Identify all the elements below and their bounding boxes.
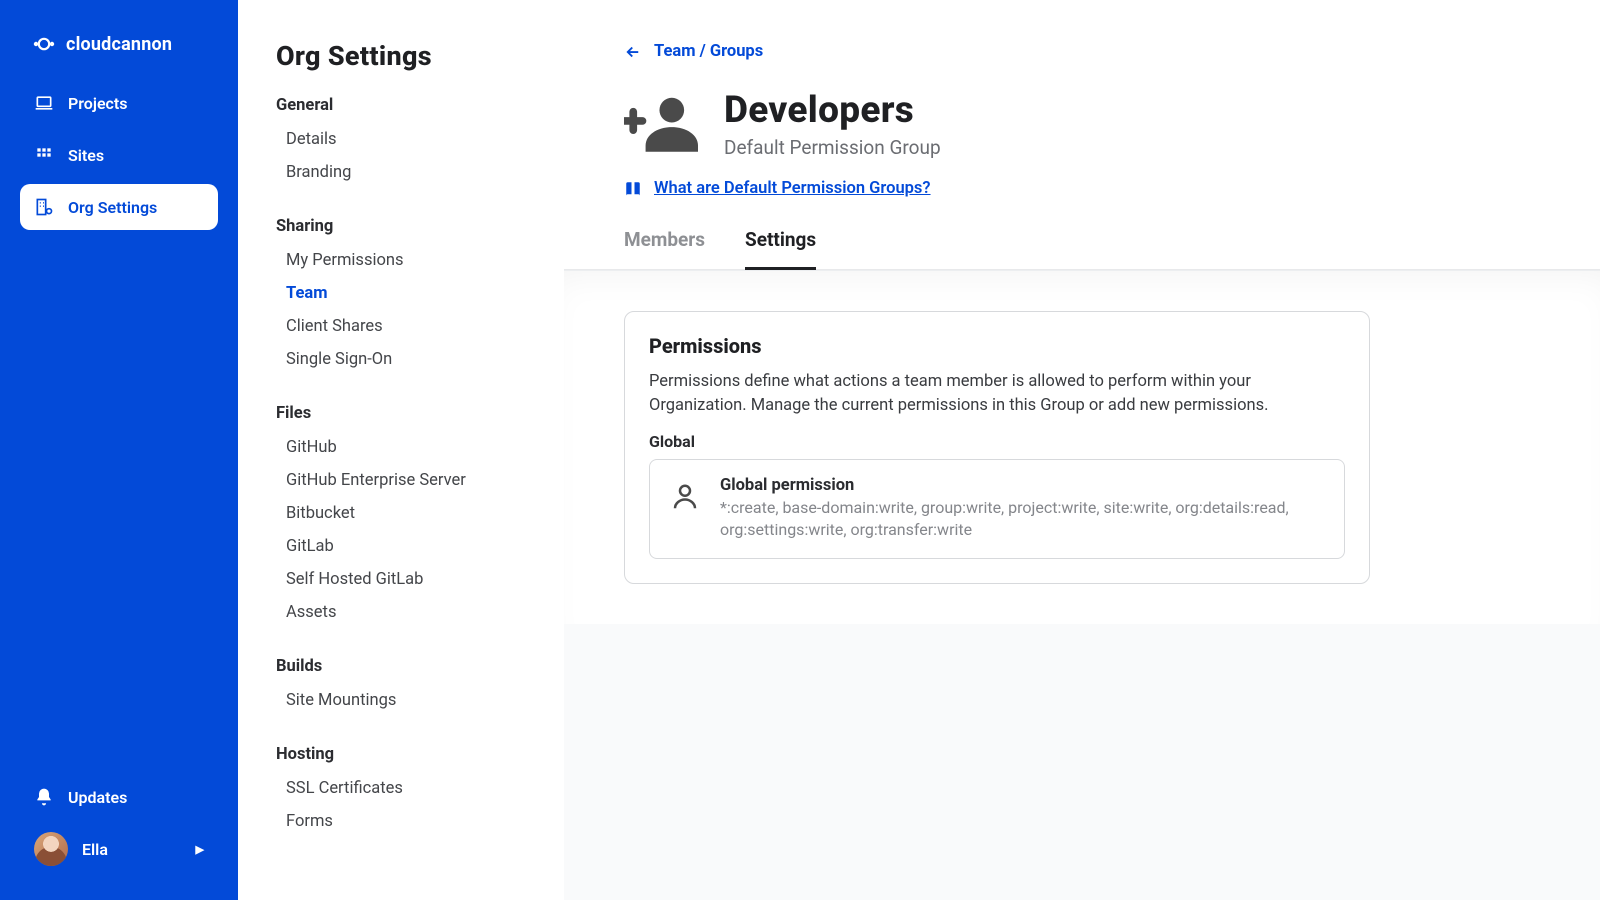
laptop-icon (34, 93, 54, 113)
sidebar-item-details[interactable]: Details (276, 123, 526, 156)
bell-icon (34, 787, 54, 807)
breadcrumb-back[interactable]: Team / Groups (624, 42, 763, 61)
arrow-left-icon (624, 43, 642, 61)
person-add-icon (624, 96, 698, 152)
avatar (34, 832, 68, 866)
sidebar-item-self-hosted-gitlab[interactable]: Self Hosted GitLab (276, 563, 526, 596)
grid-icon (34, 145, 54, 165)
sidebar-item-single-sign-on[interactable]: Single Sign-On (276, 343, 526, 376)
sidebar-item-ssl-certificates[interactable]: SSL Certificates (276, 772, 526, 805)
building-gear-icon (34, 197, 54, 217)
permissions-heading: Permissions (649, 334, 1345, 358)
permission-detail: *:create, base-domain:write, group:write… (720, 497, 1324, 542)
brand-name: cloudcannon (66, 34, 172, 55)
section-heading: Hosting (276, 745, 526, 764)
nav-updates[interactable]: Updates (20, 774, 218, 820)
sidebar-item-client-shares[interactable]: Client Shares (276, 310, 526, 343)
section-heading: Files (276, 404, 526, 423)
sidebar-item-github[interactable]: GitHub (276, 431, 526, 464)
help-link[interactable]: What are Default Permission Groups? (624, 179, 931, 198)
sidebar-item-forms[interactable]: Forms (276, 805, 526, 838)
primary-sidebar: cloudcannon Projects Sites Org Settings … (0, 0, 238, 900)
page-title: Developers (724, 89, 941, 132)
sidebar-item-bitbucket[interactable]: Bitbucket (276, 497, 526, 530)
secondary-title: Org Settings (276, 40, 526, 72)
tabs: Members Settings (624, 228, 1540, 270)
permissions-scope: Global (649, 432, 1345, 451)
tab-settings[interactable]: Settings (745, 228, 816, 270)
section-heading: Builds (276, 657, 526, 676)
brand-logo[interactable]: cloudcannon (20, 22, 218, 80)
section-heading: General (276, 96, 526, 115)
nav-label: Org Settings (68, 198, 157, 217)
section-heading: Sharing (276, 217, 526, 236)
user-name: Ella (82, 840, 108, 859)
nav-sites[interactable]: Sites (20, 132, 218, 178)
cloudcannon-logo-icon (32, 32, 56, 56)
permission-title: Global permission (720, 476, 1324, 495)
tab-members[interactable]: Members (624, 228, 705, 270)
sidebar-item-github-enterprise-server[interactable]: GitHub Enterprise Server (276, 464, 526, 497)
book-icon (624, 180, 642, 198)
permissions-card: Permissions Permissions define what acti… (624, 311, 1370, 584)
page-subtitle: Default Permission Group (724, 136, 941, 159)
sidebar-item-gitlab[interactable]: GitLab (276, 530, 526, 563)
caret-right-icon: ▶ (196, 843, 204, 856)
nav-projects[interactable]: Projects (20, 80, 218, 126)
nav-label: Updates (68, 788, 127, 807)
permission-item[interactable]: Global permission *:create, base-domain:… (649, 459, 1345, 559)
nav-label: Sites (68, 146, 104, 165)
secondary-sidebar: Org Settings General DetailsBranding Shari… (238, 0, 564, 900)
sidebar-item-branding[interactable]: Branding (276, 156, 526, 189)
nav-label: Projects (68, 94, 128, 113)
sidebar-item-site-mountings[interactable]: Site Mountings (276, 684, 526, 717)
permissions-desc: Permissions define what actions a team m… (649, 370, 1345, 418)
nav-org-settings[interactable]: Org Settings (20, 184, 218, 230)
breadcrumb-label: Team / Groups (654, 42, 763, 61)
sidebar-item-my-permissions[interactable]: My Permissions (276, 244, 526, 277)
help-link-text: What are Default Permission Groups? (654, 179, 931, 198)
sidebar-item-team[interactable]: Team (276, 277, 526, 310)
main-content: Team / Groups Developers Default Permiss… (564, 0, 1600, 900)
user-menu[interactable]: Ella ▶ (20, 820, 218, 878)
sidebar-item-assets[interactable]: Assets (276, 596, 526, 629)
person-icon (670, 482, 700, 512)
